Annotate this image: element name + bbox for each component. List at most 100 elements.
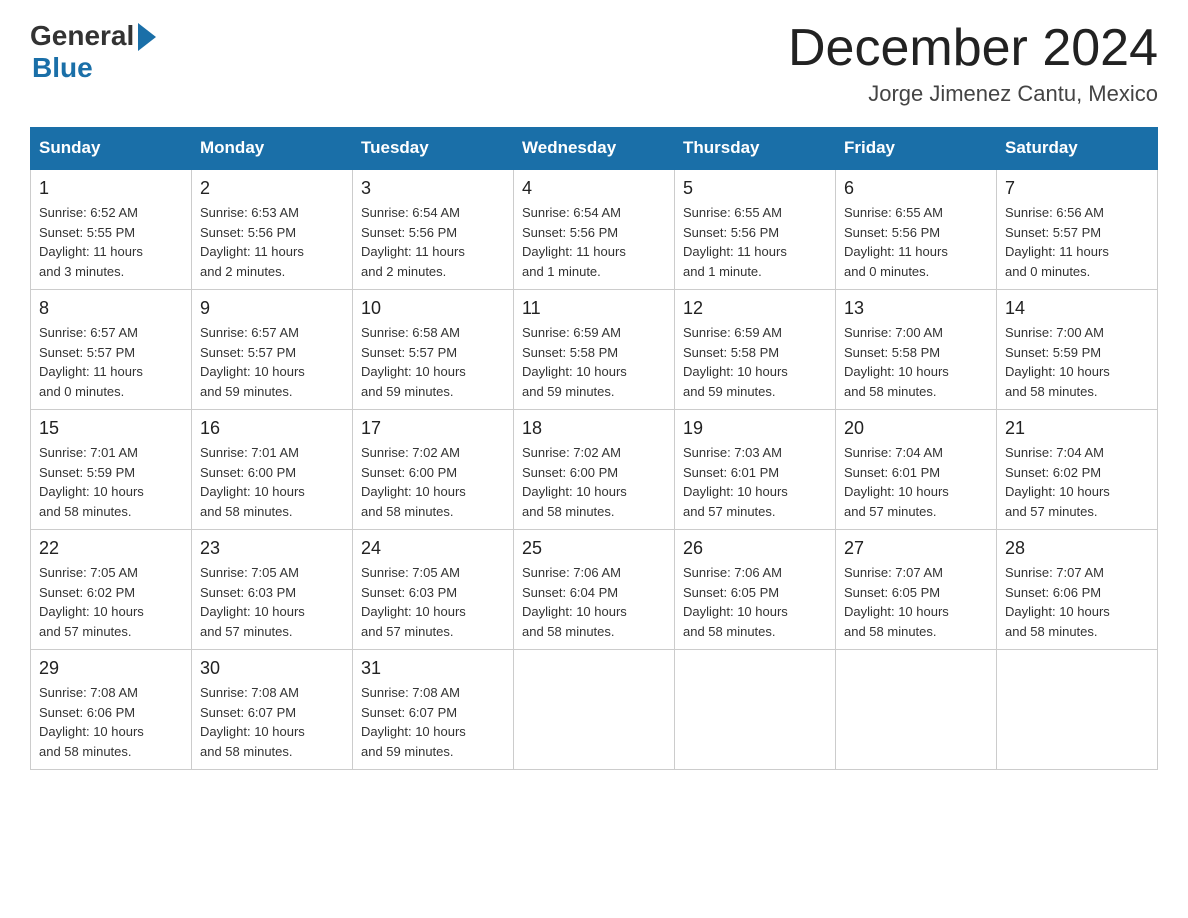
day-number: 12 xyxy=(683,298,827,319)
day-info: Sunrise: 7:05 AMSunset: 6:03 PMDaylight:… xyxy=(200,563,344,641)
calendar-cell: 18Sunrise: 7:02 AMSunset: 6:00 PMDayligh… xyxy=(514,410,675,530)
calendar-cell: 30 Sunrise: 7:08 AMSunset: 6:07 PMDayligh… xyxy=(192,650,353,770)
day-number: 4 xyxy=(522,178,666,199)
day-info: Sunrise: 6:56 AMSunset: 5:57 PMDaylight:… xyxy=(1005,203,1149,281)
day-number: 21 xyxy=(1005,418,1149,439)
calendar-cell: 15 Sunrise: 7:01 AMSunset: 5:59 PMDayligh… xyxy=(31,410,192,530)
day-info: Sunrise: 6:54 AMSunset: 5:56 PMDaylight:… xyxy=(522,203,666,281)
calendar-cell: 10Sunrise: 6:58 AMSunset: 5:57 PMDayligh… xyxy=(353,290,514,410)
day-number: 9 xyxy=(200,298,344,319)
calendar-title: December 2024 xyxy=(788,20,1158,77)
week-row-3: 15 Sunrise: 7:01 AMSunset: 5:59 PMDayligh… xyxy=(31,410,1158,530)
day-number: 10 xyxy=(361,298,505,319)
title-block: December 2024 Jorge Jimenez Cantu, Mexic… xyxy=(788,20,1158,107)
day-number: 20 xyxy=(844,418,988,439)
header-friday: Friday xyxy=(836,128,997,170)
header-thursday: Thursday xyxy=(675,128,836,170)
header-monday: Monday xyxy=(192,128,353,170)
day-number: 30 xyxy=(200,658,344,679)
day-info: Sunrise: 7:03 AMSunset: 6:01 PMDaylight:… xyxy=(683,443,827,521)
day-number: 7 xyxy=(1005,178,1149,199)
day-info: Sunrise: 6:53 AMSunset: 5:56 PMDaylight:… xyxy=(200,203,344,281)
day-info: Sunrise: 7:05 AMSunset: 6:03 PMDaylight:… xyxy=(361,563,505,641)
calendar-subtitle: Jorge Jimenez Cantu, Mexico xyxy=(788,81,1158,107)
day-number: 17 xyxy=(361,418,505,439)
day-info: Sunrise: 7:04 AMSunset: 6:02 PMDaylight:… xyxy=(1005,443,1149,521)
day-number: 11 xyxy=(522,298,666,319)
day-info: Sunrise: 7:06 AMSunset: 6:05 PMDaylight:… xyxy=(683,563,827,641)
calendar-cell: 24 Sunrise: 7:05 AMSunset: 6:03 PMDayligh… xyxy=(353,530,514,650)
calendar-cell: 29Sunrise: 7:08 AMSunset: 6:06 PMDayligh… xyxy=(31,650,192,770)
day-info: Sunrise: 6:55 AMSunset: 5:56 PMDaylight:… xyxy=(844,203,988,281)
calendar-body: 1 Sunrise: 6:52 AMSunset: 5:55 PMDaylight… xyxy=(31,169,1158,770)
day-number: 2 xyxy=(200,178,344,199)
calendar-table: SundayMondayTuesdayWednesdayThursdayFrid… xyxy=(30,127,1158,770)
calendar-cell: 23 Sunrise: 7:05 AMSunset: 6:03 PMDayligh… xyxy=(192,530,353,650)
calendar-cell: 21 Sunrise: 7:04 AMSunset: 6:02 PMDayligh… xyxy=(997,410,1158,530)
logo-general-text: General xyxy=(30,20,134,52)
calendar-cell: 7 Sunrise: 6:56 AMSunset: 5:57 PMDaylight… xyxy=(997,169,1158,290)
day-info: Sunrise: 7:08 AMSunset: 6:07 PMDaylight:… xyxy=(361,683,505,761)
calendar-cell: 22 Sunrise: 7:05 AMSunset: 6:02 PMDayligh… xyxy=(31,530,192,650)
day-number: 24 xyxy=(361,538,505,559)
day-number: 23 xyxy=(200,538,344,559)
day-info: Sunrise: 6:54 AMSunset: 5:56 PMDaylight:… xyxy=(361,203,505,281)
day-info: Sunrise: 7:04 AMSunset: 6:01 PMDaylight:… xyxy=(844,443,988,521)
day-number: 28 xyxy=(1005,538,1149,559)
day-info: Sunrise: 7:07 AMSunset: 6:06 PMDaylight:… xyxy=(1005,563,1149,641)
calendar-cell xyxy=(836,650,997,770)
calendar-cell: 26 Sunrise: 7:06 AMSunset: 6:05 PMDayligh… xyxy=(675,530,836,650)
day-number: 16 xyxy=(200,418,344,439)
day-info: Sunrise: 6:57 AMSunset: 5:57 PMDaylight:… xyxy=(200,323,344,401)
header-tuesday: Tuesday xyxy=(353,128,514,170)
calendar-cell: 6 Sunrise: 6:55 AMSunset: 5:56 PMDaylight… xyxy=(836,169,997,290)
day-info: Sunrise: 6:52 AMSunset: 5:55 PMDaylight:… xyxy=(39,203,183,281)
day-info: Sunrise: 7:05 AMSunset: 6:02 PMDaylight:… xyxy=(39,563,183,641)
header-saturday: Saturday xyxy=(997,128,1158,170)
calendar-cell: 2 Sunrise: 6:53 AMSunset: 5:56 PMDaylight… xyxy=(192,169,353,290)
day-info: Sunrise: 7:06 AMSunset: 6:04 PMDaylight:… xyxy=(522,563,666,641)
calendar-cell: 12Sunrise: 6:59 AMSunset: 5:58 PMDayligh… xyxy=(675,290,836,410)
day-number: 25 xyxy=(522,538,666,559)
day-number: 27 xyxy=(844,538,988,559)
calendar-cell: 17Sunrise: 7:02 AMSunset: 6:00 PMDayligh… xyxy=(353,410,514,530)
calendar-cell xyxy=(675,650,836,770)
day-info: Sunrise: 6:57 AMSunset: 5:57 PMDaylight:… xyxy=(39,323,183,401)
calendar-cell: 25 Sunrise: 7:06 AMSunset: 6:04 PMDayligh… xyxy=(514,530,675,650)
calendar-cell: 4 Sunrise: 6:54 AMSunset: 5:56 PMDaylight… xyxy=(514,169,675,290)
day-number: 15 xyxy=(39,418,183,439)
day-number: 1 xyxy=(39,178,183,199)
calendar-cell: 27 Sunrise: 7:07 AMSunset: 6:05 PMDayligh… xyxy=(836,530,997,650)
calendar-cell: 31Sunrise: 7:08 AMSunset: 6:07 PMDayligh… xyxy=(353,650,514,770)
page-header: General Blue December 2024 Jorge Jimenez… xyxy=(30,20,1158,107)
calendar-cell: 19Sunrise: 7:03 AMSunset: 6:01 PMDayligh… xyxy=(675,410,836,530)
day-info: Sunrise: 6:59 AMSunset: 5:58 PMDaylight:… xyxy=(522,323,666,401)
header-sunday: Sunday xyxy=(31,128,192,170)
calendar-cell: 11 Sunrise: 6:59 AMSunset: 5:58 PMDayligh… xyxy=(514,290,675,410)
day-number: 3 xyxy=(361,178,505,199)
calendar-cell: 14Sunrise: 7:00 AMSunset: 5:59 PMDayligh… xyxy=(997,290,1158,410)
week-row-1: 1 Sunrise: 6:52 AMSunset: 5:55 PMDaylight… xyxy=(31,169,1158,290)
calendar-cell: 8Sunrise: 6:57 AMSunset: 5:57 PMDaylight… xyxy=(31,290,192,410)
calendar-cell: 1 Sunrise: 6:52 AMSunset: 5:55 PMDaylight… xyxy=(31,169,192,290)
header-wednesday: Wednesday xyxy=(514,128,675,170)
day-info: Sunrise: 7:02 AMSunset: 6:00 PMDaylight:… xyxy=(522,443,666,521)
day-number: 26 xyxy=(683,538,827,559)
logo-arrow-icon xyxy=(138,23,156,51)
day-info: Sunrise: 7:01 AMSunset: 6:00 PMDaylight:… xyxy=(200,443,344,521)
calendar-cell: 28 Sunrise: 7:07 AMSunset: 6:06 PMDayligh… xyxy=(997,530,1158,650)
day-number: 14 xyxy=(1005,298,1149,319)
week-row-2: 8Sunrise: 6:57 AMSunset: 5:57 PMDaylight… xyxy=(31,290,1158,410)
day-info: Sunrise: 7:08 AMSunset: 6:07 PMDaylight:… xyxy=(200,683,344,761)
day-number: 6 xyxy=(844,178,988,199)
calendar-cell xyxy=(514,650,675,770)
day-number: 22 xyxy=(39,538,183,559)
day-info: Sunrise: 7:01 AMSunset: 5:59 PMDaylight:… xyxy=(39,443,183,521)
calendar-cell: 20 Sunrise: 7:04 AMSunset: 6:01 PMDayligh… xyxy=(836,410,997,530)
calendar-cell: 13Sunrise: 7:00 AMSunset: 5:58 PMDayligh… xyxy=(836,290,997,410)
logo: General Blue xyxy=(30,20,156,84)
day-info: Sunrise: 7:07 AMSunset: 6:05 PMDaylight:… xyxy=(844,563,988,641)
day-number: 5 xyxy=(683,178,827,199)
calendar-cell xyxy=(997,650,1158,770)
week-row-4: 22 Sunrise: 7:05 AMSunset: 6:02 PMDayligh… xyxy=(31,530,1158,650)
